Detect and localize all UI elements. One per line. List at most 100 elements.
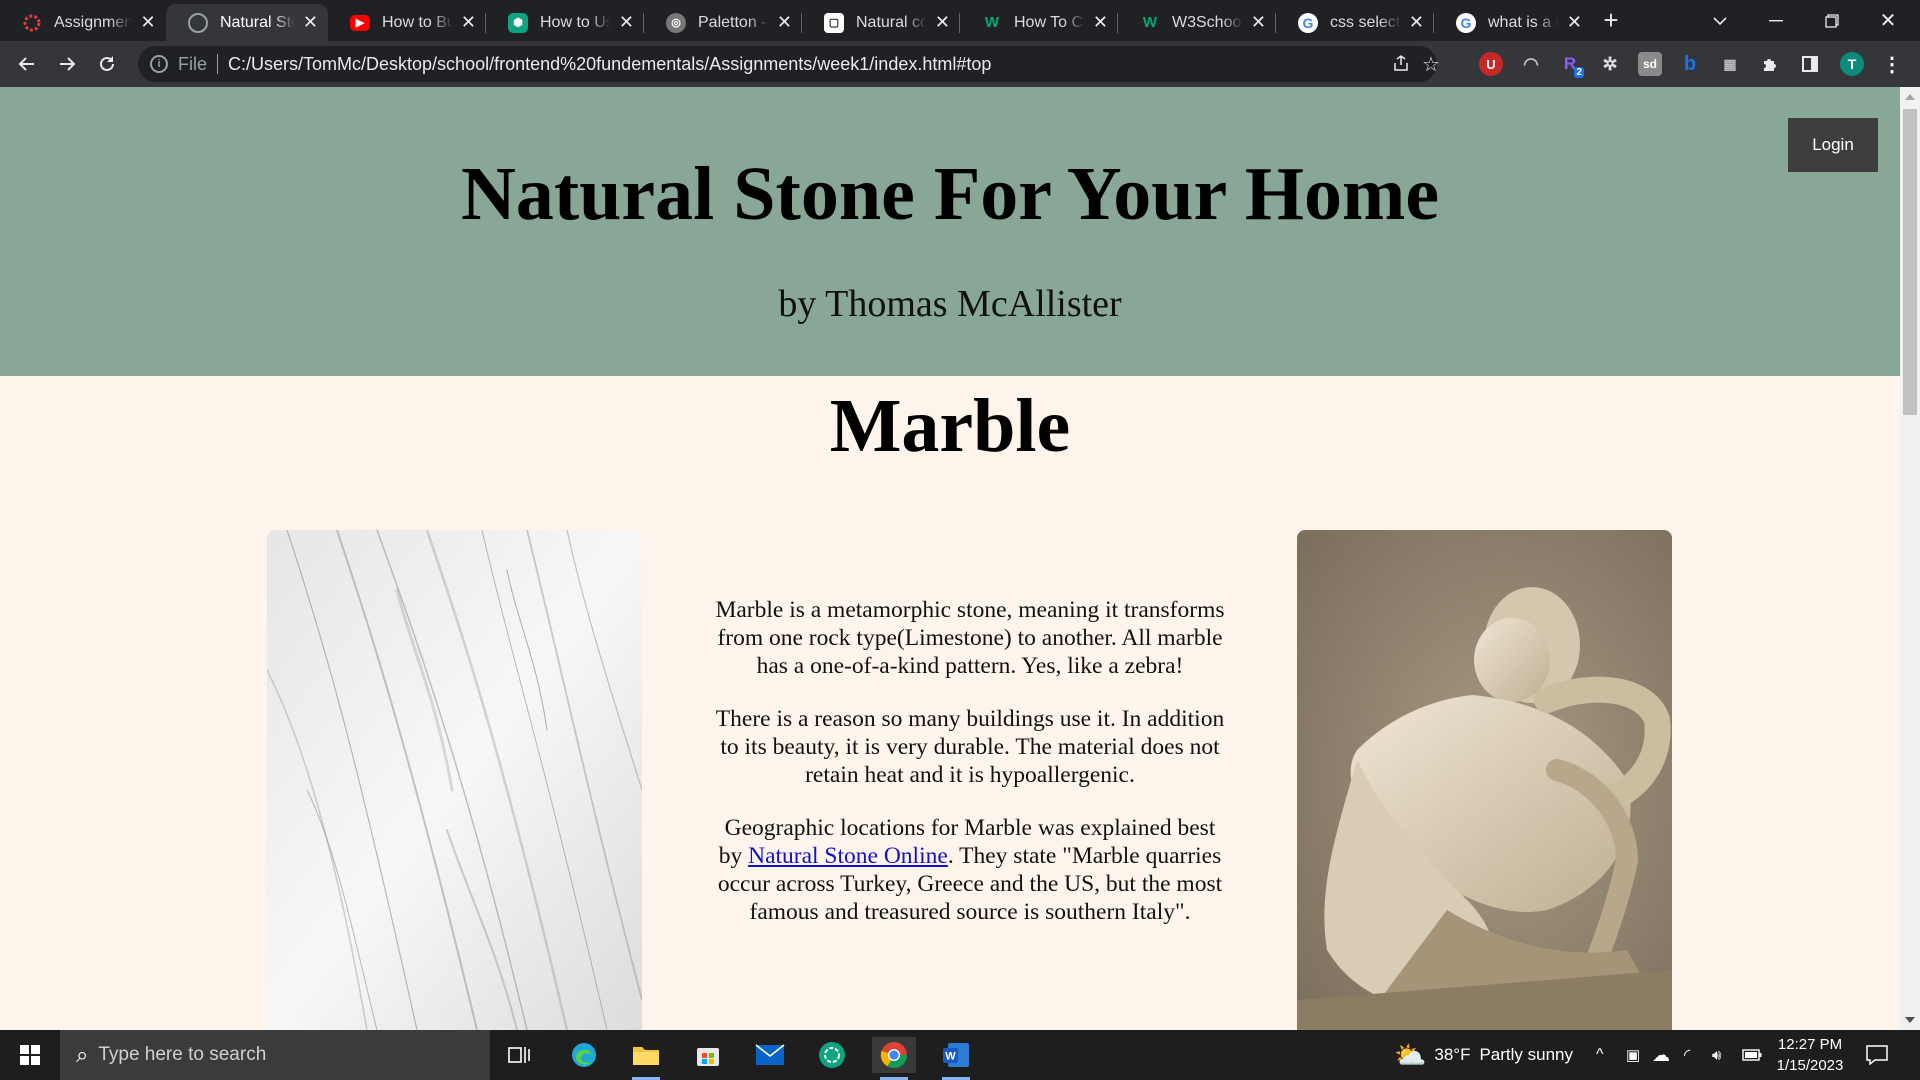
site-title: Natural Stone For Your Home <box>460 152 1440 236</box>
tab-title: How to Build <box>382 13 453 31</box>
site-subtitle: by Thomas McAllister <box>778 283 1122 325</box>
tab-assignment[interactable]: Assignment ✕ <box>0 4 166 41</box>
arc-extension-icon[interactable]: ◠ <box>1519 52 1543 76</box>
paletton-icon: ◎ <box>666 12 686 33</box>
tab-title: Assignment <box>54 13 133 31</box>
bing-icon[interactable]: b <box>1678 52 1702 76</box>
r-extension-icon[interactable]: R2 <box>1558 52 1584 78</box>
page-viewport: Login Natural Stone For Your Home by Tho… <box>0 87 1900 1030</box>
side-panel-icon[interactable] <box>1798 52 1822 76</box>
tab-natural-color[interactable]: ▢ Natural color ✕ <box>802 4 960 41</box>
url-scheme: File <box>178 53 208 74</box>
marble-texture-image <box>267 530 642 1030</box>
close-tab-icon[interactable]: ✕ <box>1409 12 1424 33</box>
tab-natural-stone[interactable]: Natural Stone For Your Home ✕ <box>166 4 328 41</box>
w3-icon: W <box>984 14 1000 31</box>
windows-taskbar: ⌕ Type here to search W ⛅ 38°F Partly su… <box>0 1030 1920 1080</box>
wifi-icon[interactable]: ◜ <box>1684 1030 1690 1080</box>
google-icon: G <box>1456 12 1476 33</box>
word-icon[interactable]: W <box>934 1037 978 1080</box>
tab-how-to-create[interactable]: W How To Create ✕ <box>960 4 1118 41</box>
volume-icon[interactable]: 🔊︎ <box>1712 1030 1721 1080</box>
mail-icon[interactable] <box>748 1037 792 1073</box>
tab-what-is[interactable]: G what is a m ✕ <box>1434 4 1592 41</box>
page-scrollbar[interactable] <box>1900 87 1920 1030</box>
tab-how-to-use[interactable]: ⬢ How to Use ✕ <box>486 4 644 41</box>
tab-title: Natural color <box>856 13 927 31</box>
browser-toolbar: i File C:/Users/TomMc/Desktop/school/fro… <box>0 41 1920 87</box>
address-bar[interactable]: i File C:/Users/TomMc/Desktop/school/fro… <box>138 46 1440 82</box>
bookmark-star-icon[interactable]: ☆ <box>1422 52 1440 77</box>
task-view-icon[interactable] <box>497 1037 541 1073</box>
tab-title: How to Use <box>540 13 611 31</box>
close-tab-icon[interactable]: ✕ <box>1567 12 1582 33</box>
close-tab-icon[interactable]: ✕ <box>1093 12 1108 33</box>
chrome-menu-icon[interactable]: ⋮ <box>1880 52 1904 76</box>
taskbar-search-input[interactable]: ⌕ Type here to search <box>60 1030 490 1080</box>
store-icon[interactable] <box>686 1037 730 1073</box>
doc-icon: ▢ <box>824 12 844 33</box>
stats-extension-icon[interactable]: ▦ <box>1718 52 1742 76</box>
tab-paletton[interactable]: ◎ Paletton - The Color Scheme Designer ✕ <box>644 4 802 41</box>
close-tab-icon[interactable]: ✕ <box>619 12 634 33</box>
close-tab-icon[interactable]: ✕ <box>1251 12 1266 33</box>
share-icon[interactable] <box>1392 54 1410 77</box>
weather-condition: Partly sunny <box>1479 1045 1574 1064</box>
marble-description: Marble is a metamorphic stone, meaning i… <box>715 596 1225 951</box>
start-button[interactable] <box>0 1030 60 1080</box>
extensions-puzzle-icon[interactable] <box>1758 52 1782 76</box>
section-title: Marble <box>829 384 1071 468</box>
edge-icon[interactable] <box>562 1037 606 1073</box>
close-tab-icon[interactable]: ✕ <box>303 12 318 33</box>
tab-title: W3Schools <box>1172 13 1243 31</box>
weather-widget[interactable]: ⛅ 38°F Partly sunny <box>1394 1030 1573 1080</box>
system-clock[interactable]: 12:27 PM 1/15/2023 <box>1760 1034 1860 1076</box>
site-info-icon[interactable]: i <box>150 55 168 73</box>
sd-extension-icon[interactable]: sd <box>1638 52 1662 76</box>
svg-text:W: W <box>945 1051 956 1063</box>
close-tab-icon[interactable]: ✕ <box>140 12 156 33</box>
profile-avatar[interactable]: T <box>1840 52 1864 76</box>
show-hidden-icons-chevron-icon[interactable]: ^ <box>1596 1030 1604 1080</box>
natural-stone-online-link[interactable]: Natural Stone Online <box>748 843 948 869</box>
tab-search-chevron-icon[interactable] <box>1702 0 1738 41</box>
scroll-thumb[interactable] <box>1903 109 1917 415</box>
tab-title: what is a m <box>1488 13 1559 31</box>
chrome-icon[interactable] <box>872 1037 916 1080</box>
new-tab-button[interactable]: + <box>1596 0 1626 41</box>
w3-icon: W <box>1142 14 1158 31</box>
forward-button[interactable] <box>51 48 83 80</box>
tab-title: css selector <box>1330 13 1401 31</box>
close-window-button[interactable]: ✕ <box>1866 0 1910 41</box>
close-tab-icon[interactable]: ✕ <box>777 12 792 33</box>
chatgpt-icon[interactable] <box>810 1037 854 1073</box>
tab-w3schools[interactable]: W W3Schools ✕ <box>1118 4 1276 41</box>
notifications-icon[interactable] <box>1866 1030 1888 1080</box>
onedrive-cloud-icon[interactable]: ☁ <box>1652 1030 1670 1080</box>
tab-how-to-build[interactable]: ▶ How to Build ✕ <box>328 4 486 41</box>
windows-logo-icon <box>20 1045 40 1065</box>
battery-icon[interactable] <box>1742 1030 1762 1080</box>
tab-title: How To Create <box>1014 13 1085 31</box>
back-button[interactable] <box>11 48 43 80</box>
tab-css-selector[interactable]: G css selector ✕ <box>1276 4 1434 41</box>
restore-button[interactable] <box>1810 0 1854 41</box>
ublock-icon[interactable]: U <box>1479 52 1503 76</box>
meet-now-icon[interactable]: ▣ <box>1626 1030 1640 1080</box>
close-tab-icon[interactable]: ✕ <box>935 12 950 33</box>
extension-badge: 2 <box>1574 67 1584 78</box>
file-explorer-icon[interactable] <box>624 1037 668 1080</box>
search-placeholder: Type here to search <box>98 1044 267 1065</box>
reload-button[interactable] <box>91 48 123 80</box>
scroll-down-icon[interactable] <box>1905 1017 1915 1023</box>
close-tab-icon[interactable]: ✕ <box>461 12 476 33</box>
clock-time: 12:27 PM <box>1777 1036 1843 1053</box>
scroll-up-icon[interactable] <box>1905 94 1915 100</box>
google-icon: G <box>1298 12 1318 33</box>
hex-icon: ⬢ <box>508 12 528 33</box>
chatgpt-extension-icon[interactable]: ✲ <box>1598 52 1622 76</box>
url-text[interactable]: C:/Users/TomMc/Desktop/school/frontend%2… <box>228 54 991 75</box>
minimize-button[interactable] <box>1754 0 1798 41</box>
paragraph-1: Marble is a metamorphic stone, meaning i… <box>715 597 1225 679</box>
weather-temp: 38°F <box>1434 1045 1471 1064</box>
